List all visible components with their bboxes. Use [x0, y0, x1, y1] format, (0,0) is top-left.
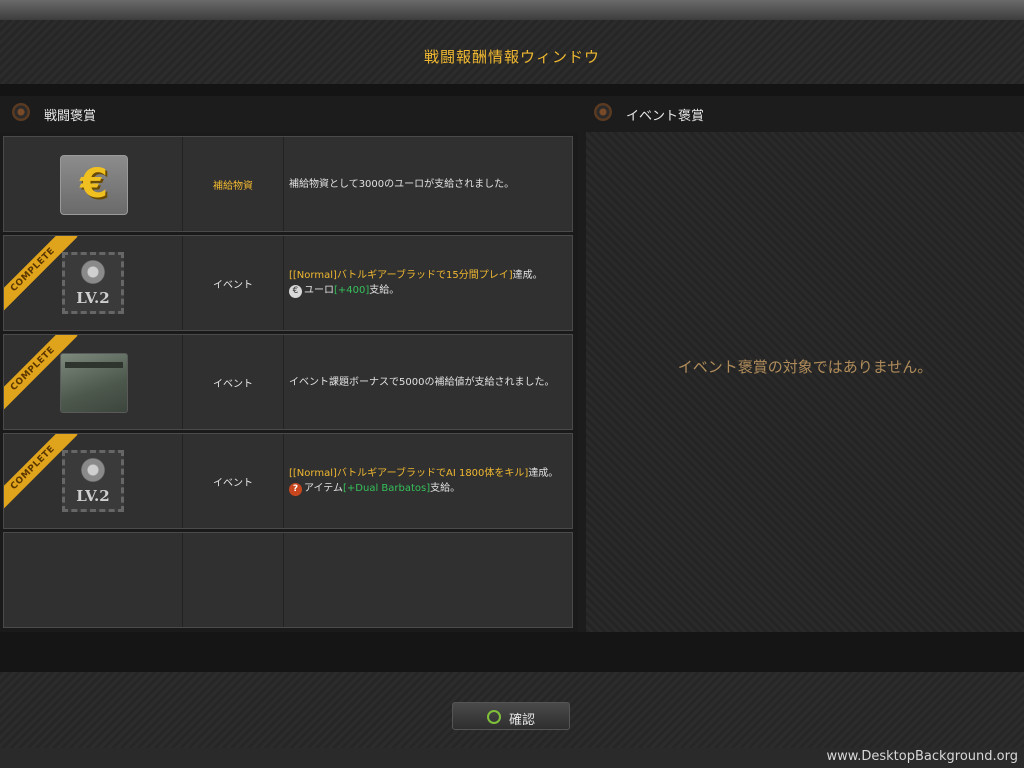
window-title: 戦闘報酬情報ウィンドウ [423, 48, 600, 66]
reward-description-cell: 補給物資として3000のユーロが支給されました。 [289, 137, 564, 231]
reward-description-cell: イベント課題ボーナスで5000の補給値が支給されました。 [289, 335, 564, 429]
achieved-text: 達成。 [528, 468, 559, 479]
bullet-icon [12, 103, 30, 121]
reward-description: 補給物資として3000のユーロが支給されました。 [289, 178, 515, 190]
lower-band [0, 632, 1024, 672]
footer-strip: www.DesktopBackground.org [0, 748, 1024, 768]
supply-box-icon [60, 353, 128, 413]
euro-coin-icon: € [60, 155, 128, 215]
reward-type: アイテム [304, 483, 343, 494]
reward-row: COMPLETE LV.2 イベント [[Normal]バトルギアーブラッドでA… [3, 433, 573, 529]
reward-category [183, 533, 284, 627]
battle-reward-list: € 補給物資 補給物資として3000のユーロが支給されました。 COMPLETE… [0, 132, 578, 632]
item-icon: ? [289, 483, 302, 496]
reward-category: 補給物資 [183, 137, 284, 231]
divider-band [0, 84, 1024, 96]
title-bar: 戦闘報酬情報ウィンドウ [0, 20, 1024, 84]
reward-icon-cell: COMPLETE LV.2 [4, 434, 183, 528]
granted-text: 支給。 [369, 285, 400, 296]
battle-reward-header: 戦闘褒賞 [0, 96, 578, 130]
box-lid [65, 362, 123, 368]
reward-amount: [+Dual Barbatos] [343, 483, 431, 494]
no-event-reward-message: イベント褒賞の対象ではありません。 [677, 358, 933, 376]
reward-category: イベント [183, 236, 284, 330]
skull-icon [81, 260, 105, 284]
mission-name: [[Normal]バトルギアーブラッドでAI 1800体をキル] [289, 468, 529, 479]
reward-icon-cell: COMPLETE [4, 335, 183, 429]
reward-icon-cell: COMPLETE LV.2 [4, 236, 183, 330]
granted-text: 支給。 [430, 483, 461, 494]
top-strip [0, 0, 1024, 20]
reward-icon-cell [4, 533, 183, 627]
circle-icon [487, 710, 501, 724]
lv2-medal-icon: LV.2 [62, 450, 124, 512]
reward-description-cell: [[Normal]バトルギアーブラッドでAI 1800体をキル]達成。 ? アイテ… [289, 434, 564, 528]
bullet-icon [594, 103, 612, 121]
watermark: www.DesktopBackground.org [826, 749, 1018, 764]
event-reward-title: イベント褒賞 [626, 109, 705, 124]
reward-category: イベント [183, 434, 284, 528]
lv2-medal-icon: LV.2 [62, 252, 124, 314]
reward-description-cell [289, 533, 564, 627]
event-reward-panel: イベント褒賞の対象ではありません。 [586, 132, 1024, 632]
reward-category: イベント [183, 335, 284, 429]
level-label: LV.2 [76, 289, 110, 307]
reward-type: ユーロ [304, 285, 334, 296]
battle-reward-title: 戦闘褒賞 [44, 109, 97, 124]
reward-description: [[Normal]バトルギアーブラッドで15分間プレイ]達成。 € ユーロ[+40… [289, 268, 543, 298]
confirm-button-label: 確認 [509, 713, 536, 728]
reward-description: イベント課題ボーナスで5000の補給値が支給されました。 [289, 376, 555, 388]
event-reward-header: イベント褒賞 [582, 96, 1024, 130]
empty-reward-row [3, 532, 573, 628]
reward-description-cell: [[Normal]バトルギアーブラッドで15分間プレイ]達成。 € ユーロ[+40… [289, 236, 564, 330]
reward-amount: [+400] [334, 285, 370, 296]
achieved-text: 達成。 [512, 270, 543, 281]
reward-description: [[Normal]バトルギアーブラッドでAI 1800体をキル]達成。 ? アイテ… [289, 466, 558, 496]
skull-icon [81, 458, 105, 482]
level-label: LV.2 [76, 487, 110, 505]
mission-name: [[Normal]バトルギアーブラッドで15分間プレイ] [289, 270, 513, 281]
euro-small-icon: € [289, 285, 302, 298]
reward-row: COMPLETE LV.2 イベント [[Normal]バトルギアーブラッドで1… [3, 235, 573, 331]
euro-symbol: € [80, 161, 108, 207]
reward-icon-cell: € [4, 137, 183, 231]
reward-row: COMPLETE イベント イベント課題ボーナスで5000の補給値が支給されまし… [3, 334, 573, 430]
reward-row: € 補給物資 補給物資として3000のユーロが支給されました。 [3, 136, 573, 232]
confirm-button[interactable]: 確認 [452, 702, 570, 730]
